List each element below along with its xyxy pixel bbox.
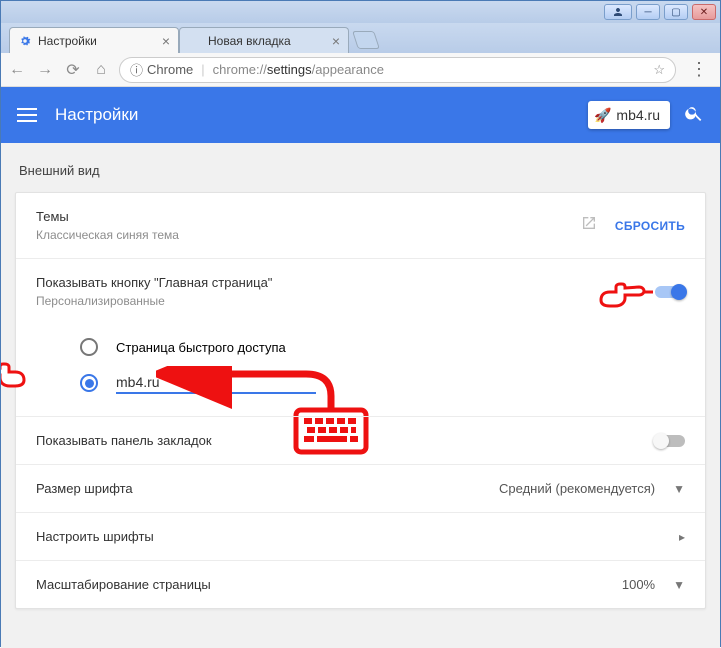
section-heading: Внешний вид (19, 163, 706, 178)
font-size-value: Средний (рекомендуется) (499, 481, 655, 496)
hamburger-menu-icon[interactable] (17, 108, 37, 122)
chevron-down-icon[interactable]: ▼ (673, 482, 685, 496)
separator: | (201, 62, 204, 77)
bookmarks-bar-toggle[interactable] (655, 435, 685, 447)
url-text: chrome://settings/appearance (213, 62, 384, 77)
customize-fonts-row[interactable]: Настроить шрифты ▸ (16, 512, 705, 560)
customize-fonts-title: Настроить шрифты (36, 529, 154, 544)
address-bar[interactable]: Chrome | chrome://settings/appearance ☆ (119, 57, 676, 83)
window-user-button[interactable] (604, 4, 632, 20)
chevron-down-icon[interactable]: ▼ (673, 578, 685, 592)
security-chip: Chrome (130, 60, 193, 79)
tab-title: Новая вкладка (208, 34, 291, 48)
radio-ntp[interactable]: Страница быстрого доступа (36, 330, 685, 364)
tab-strip: Настройки × Новая вкладка × (1, 23, 720, 53)
window-titlebar: ─ ▢ ✕ (1, 1, 720, 23)
bookmarks-bar-row: Показывать панель закладок (16, 416, 705, 464)
home-button[interactable]: ⌂ (91, 61, 111, 79)
home-button-toggle[interactable] (655, 286, 685, 298)
radio-checked-icon[interactable] (80, 374, 98, 392)
page-zoom-value: 100% (622, 577, 655, 592)
search-pill-text: mb4.ru (616, 107, 660, 123)
close-icon[interactable]: × (332, 33, 340, 49)
home-button-title: Показывать кнопку "Главная страница" (36, 275, 272, 290)
page-zoom-row[interactable]: Масштабирование страницы 100% ▼ (16, 560, 705, 608)
window-minimize-button[interactable]: ─ (636, 4, 660, 20)
home-button-subtitle: Персонализированные (36, 294, 272, 308)
chevron-right-icon[interactable]: ▸ (679, 530, 685, 544)
home-button-row: Показывать кнопку "Главная страница" Пер… (16, 258, 705, 324)
home-button-options: Страница быстрого доступа (16, 324, 705, 416)
radio-custom[interactable] (36, 364, 685, 402)
close-icon[interactable]: × (162, 33, 170, 49)
window-maximize-button[interactable]: ▢ (664, 4, 688, 20)
browser-tab-inactive[interactable]: Новая вкладка × (179, 27, 349, 53)
radio-unchecked-icon[interactable] (80, 338, 98, 356)
theme-title: Темы (36, 209, 179, 224)
gear-icon (18, 34, 32, 48)
page-title: Настройки (55, 105, 138, 125)
settings-content: Внешний вид Темы Классическая синяя тема… (1, 143, 720, 648)
bookmarks-bar-title: Показывать панель закладок (36, 433, 212, 448)
annotation-hand-right (597, 278, 657, 314)
chrome-menu-button[interactable]: ⋮ (684, 59, 714, 80)
reset-theme-button[interactable]: СБРОСИТЬ (615, 219, 685, 233)
font-size-title: Размер шрифта (36, 481, 133, 496)
search-pill[interactable]: 🚀 mb4.ru (588, 101, 670, 129)
appearance-panel: Темы Классическая синяя тема СБРОСИТЬ По… (15, 192, 706, 609)
bookmark-star-icon[interactable]: ☆ (653, 62, 665, 78)
new-tab-button[interactable] (352, 31, 380, 49)
back-button[interactable]: ← (7, 61, 27, 79)
font-size-row[interactable]: Размер шрифта Средний (рекомендуется) ▼ (16, 464, 705, 512)
open-external-icon[interactable] (581, 215, 597, 236)
homepage-url-input[interactable] (116, 372, 316, 394)
page-zoom-title: Масштабирование страницы (36, 577, 211, 592)
browser-toolbar: ← → ⟳ ⌂ Chrome | chrome://settings/appea… (1, 53, 720, 87)
rocket-icon: 🚀 (594, 107, 611, 124)
search-icon[interactable] (684, 103, 704, 128)
forward-button[interactable]: → (35, 61, 55, 79)
blank-favicon (188, 34, 202, 48)
settings-header: Настройки 🚀 mb4.ru (1, 87, 720, 143)
annotation-hand-left (1, 358, 28, 394)
radio-ntp-label: Страница быстрого доступа (116, 340, 286, 355)
browser-tab-active[interactable]: Настройки × (9, 27, 179, 53)
tab-title: Настройки (38, 34, 97, 48)
reload-button[interactable]: ⟳ (63, 60, 83, 80)
theme-subtitle: Классическая синяя тема (36, 228, 179, 242)
window-close-button[interactable]: ✕ (692, 4, 716, 20)
theme-row[interactable]: Темы Классическая синяя тема СБРОСИТЬ (16, 193, 705, 258)
